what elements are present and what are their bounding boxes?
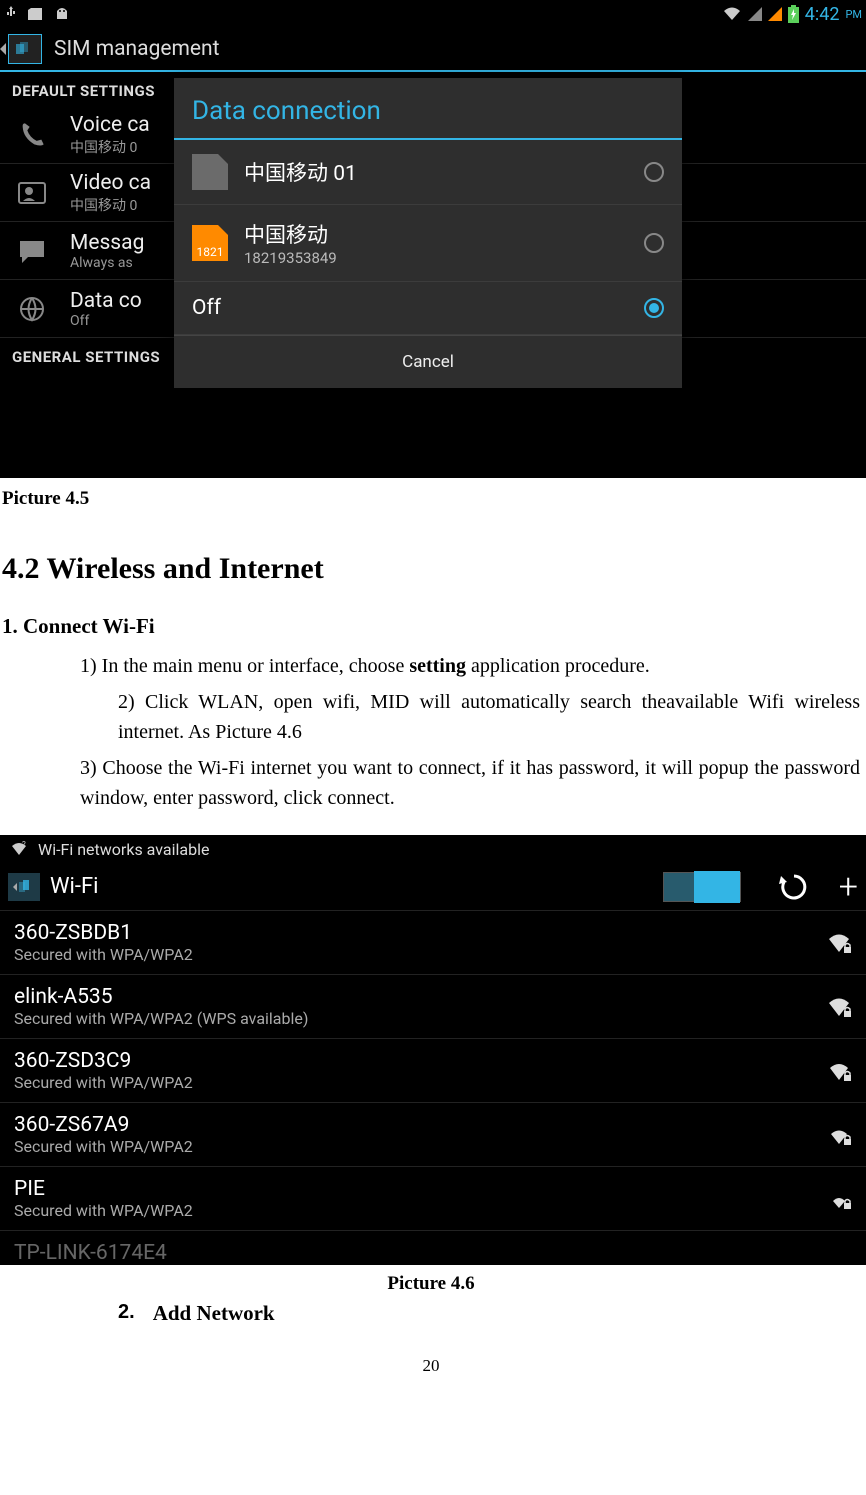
sd-icon [28, 8, 44, 20]
row-title: Data co [70, 289, 142, 313]
wifi-available-icon: ? [10, 841, 28, 857]
settings-back-icon[interactable] [8, 34, 42, 64]
titlebar: SIM management [0, 28, 866, 72]
caption-picture-4-6: Picture 4.6 [2, 1273, 860, 1295]
text: 1) In the main menu or interface, choose [80, 655, 409, 677]
status-time: 4:42 [805, 4, 840, 25]
radio-unchecked[interactable] [644, 233, 664, 253]
android-icon [54, 7, 70, 21]
text: application procedure. [466, 655, 650, 677]
sim-icon [192, 154, 228, 190]
battery-charging-icon [788, 5, 799, 23]
heading-4-2: 4.2 Wireless and Internet [2, 552, 860, 586]
step-1: 1) In the main menu or interface, choose… [80, 651, 860, 681]
phone-icon [12, 121, 52, 149]
option-sub: 18219353849 [244, 249, 628, 267]
security: Secured with WPA/WPA2 [14, 1073, 826, 1092]
option-label: Off [192, 296, 628, 320]
notification-bar: ? Wi-Fi networks available [0, 835, 866, 863]
option-label: 中国移动 01 [244, 157, 628, 187]
row-sub: Off [70, 313, 142, 329]
ssid: elink-A535 [14, 985, 826, 1009]
wifi-icon [722, 6, 742, 22]
security: Secured with WPA/WPA2 [14, 1137, 826, 1156]
ssid: 360-ZSD3C9 [14, 1049, 826, 1073]
step-text: Add Network [153, 1301, 275, 1326]
wifi-secure-icon [826, 994, 852, 1020]
row-title: Video ca [70, 171, 151, 195]
cancel-button[interactable]: Cancel [174, 335, 682, 388]
step-2: 2) Click WLAN, open wifi, MID will autom… [118, 687, 860, 747]
ssid: PIE [14, 1177, 826, 1201]
ssid: TP-LINK-6174E4 [14, 1241, 852, 1265]
row-title: Messag [70, 231, 144, 255]
page-number: 20 [2, 1356, 860, 1376]
step-add-network: 2. Add Network [118, 1301, 860, 1326]
globe-icon [12, 296, 52, 322]
wifi-network-row[interactable]: elink-A535Secured with WPA/WPA2 (WPS ava… [0, 975, 866, 1039]
security: Secured with WPA/WPA2 (WPS available) [14, 1009, 826, 1028]
row-sub: 中国移动 0 [70, 195, 151, 215]
radio-checked[interactable] [644, 298, 664, 318]
page-title: SIM management [54, 37, 220, 61]
status-bar: 4:42 PM [0, 0, 866, 28]
security: Secured with WPA/WPA2 [14, 945, 826, 964]
wifi-settings-icon[interactable] [8, 873, 40, 901]
bold-setting: setting [409, 655, 466, 677]
sim-icon: 1821 [192, 225, 228, 261]
refresh-icon[interactable] [779, 872, 809, 902]
usb-debug-icon [4, 6, 18, 22]
wifi-secure-icon [826, 1186, 852, 1212]
notification-text: Wi-Fi networks available [38, 840, 209, 859]
signal-icon-orange [768, 7, 782, 21]
security: Secured with WPA/WPA2 [14, 1201, 826, 1220]
step-number: 2. [118, 1301, 135, 1326]
wifi-toggle-on[interactable] [663, 872, 741, 902]
dialog-title: Data connection [174, 78, 682, 140]
wifi-network-row[interactable]: TP-LINK-6174E4 [0, 1231, 866, 1265]
screenshot-sim-management: 4:42 PM SIM management DEFAULT SETTINGS … [0, 0, 866, 478]
wifi-network-row[interactable]: 360-ZS67A9Secured with WPA/WPA2 [0, 1103, 866, 1167]
svg-text:?: ? [22, 841, 26, 849]
radio-unchecked[interactable] [644, 162, 664, 182]
row-title: Voice ca [70, 113, 150, 137]
wifi-network-row[interactable]: 360-ZSD3C9Secured with WPA/WPA2 [0, 1039, 866, 1103]
row-sub: 中国移动 0 [70, 137, 150, 157]
screenshot-wifi-list: ? Wi-Fi networks available Wi-Fi + 360-Z… [0, 835, 866, 1265]
dialog-data-connection: Data connection 中国移动 01 1821 中国移动1821935… [174, 78, 682, 388]
option-label: 中国移动 [244, 219, 628, 249]
signal-icon-grey [748, 7, 762, 21]
dialog-option-sim1[interactable]: 中国移动 01 [174, 140, 682, 205]
wifi-secure-icon [826, 1122, 852, 1148]
step-3: 3) Choose the Wi-Fi internet you want to… [80, 753, 860, 813]
wifi-header: Wi-Fi + [0, 863, 866, 911]
ssid: 360-ZSBDB1 [14, 921, 826, 945]
wifi-network-row[interactable]: 360-ZSBDB1Secured with WPA/WPA2 [0, 911, 866, 975]
wifi-network-row[interactable]: PIESecured with WPA/WPA2 [0, 1167, 866, 1231]
video-call-icon [12, 181, 52, 205]
ssid: 360-ZS67A9 [14, 1113, 826, 1137]
caption-picture-4-5: Picture 4.5 [2, 488, 860, 510]
row-sub: Always as [70, 255, 144, 271]
dialog-option-off[interactable]: Off [174, 282, 682, 335]
dialog-option-sim2[interactable]: 1821 中国移动18219353849 [174, 205, 682, 282]
wifi-secure-icon [826, 1058, 852, 1084]
status-ampm: PM [845, 8, 862, 21]
message-icon [12, 239, 52, 263]
subhead-connect-wifi: 1. Connect Wi-Fi [2, 614, 860, 639]
wifi-secure-icon [826, 930, 852, 956]
wifi-title: Wi-Fi [50, 874, 653, 899]
